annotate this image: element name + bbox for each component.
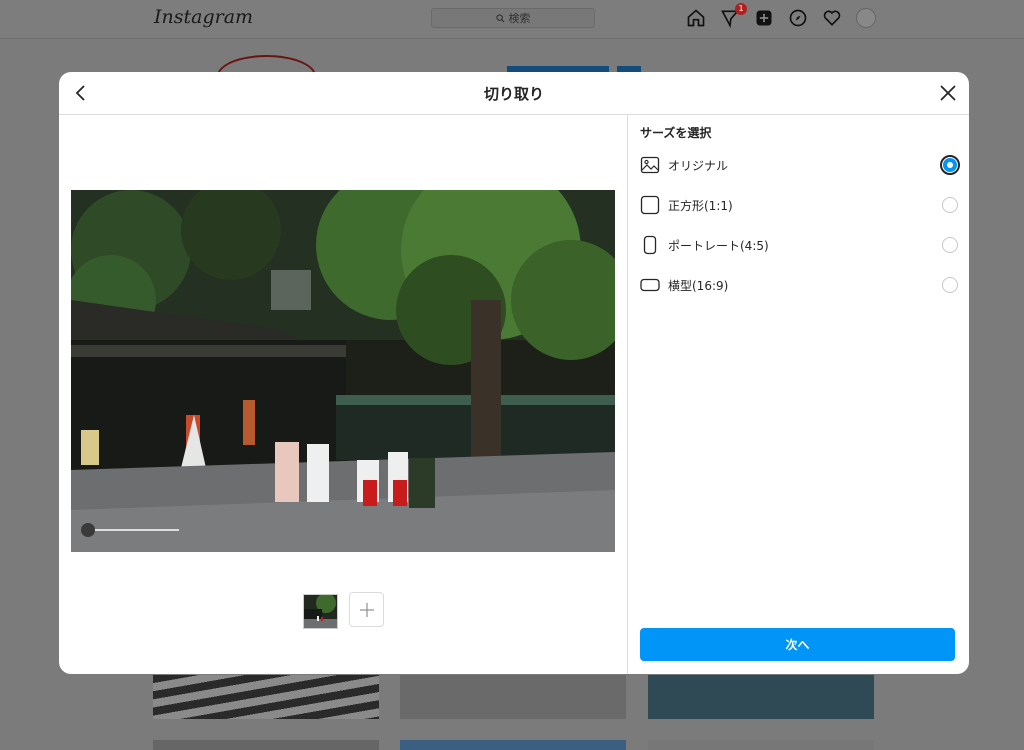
grid-post-thumbnail[interactable] — [648, 675, 874, 719]
plus-icon — [359, 602, 374, 617]
home-icon[interactable] — [685, 7, 707, 29]
aspect-option-portrait[interactable]: ポートレート(4:5) — [640, 232, 958, 258]
zoom-slider-track[interactable] — [83, 529, 179, 531]
add-media-button[interactable] — [349, 592, 384, 627]
size-heading: サーズを選択 — [640, 126, 712, 140]
next-button[interactable]: 次へ — [640, 628, 955, 661]
heart-icon[interactable] — [821, 7, 843, 29]
modal-header: 切り取り — [59, 72, 969, 115]
radio-selected[interactable] — [940, 155, 960, 175]
search-input[interactable]: 検索 — [431, 8, 595, 28]
grid-post-thumbnail[interactable] — [648, 740, 874, 750]
notification-badge: 1 — [735, 3, 747, 15]
aspect-option-landscape[interactable]: 横型(16:9) — [640, 272, 958, 298]
crop-preview-pane — [59, 115, 628, 674]
crop-preview-image[interactable] — [71, 190, 615, 552]
direct-icon[interactable]: 1 — [719, 3, 747, 29]
search-placeholder: 検索 — [508, 12, 531, 25]
aspect-option-original[interactable]: オリジナル — [640, 152, 960, 178]
aspect-option-label: ポートレート(4:5) — [668, 238, 769, 253]
landscape-icon — [640, 275, 660, 295]
app-header: Instagram 検索 1 — [0, 0, 1024, 39]
aspect-option-square[interactable]: 正方形(1:1) — [640, 192, 958, 218]
square-icon — [640, 195, 660, 215]
portrait-icon — [640, 235, 660, 255]
new-post-icon[interactable] — [753, 7, 775, 29]
explore-icon[interactable] — [787, 7, 809, 29]
grid-post-thumbnail[interactable] — [153, 675, 379, 719]
radio-unselected[interactable] — [942, 197, 958, 213]
aspect-option-label: 正方形(1:1) — [668, 198, 733, 213]
grid-post-thumbnail[interactable] — [153, 740, 379, 750]
search-icon — [495, 13, 504, 22]
crop-modal: 切り取り サーズを選択 オリジナル 正方形(1:1) ポートレート(4:5) 横… — [59, 72, 969, 674]
modal-title: 切り取り — [483, 85, 544, 103]
close-icon[interactable] — [937, 82, 959, 104]
aspect-option-label: オリジナル — [668, 158, 729, 173]
grid-post-thumbnail[interactable] — [400, 740, 626, 750]
zoom-slider-handle[interactable] — [81, 523, 95, 537]
profile-avatar[interactable] — [855, 7, 877, 29]
instagram-logo[interactable]: Instagram — [154, 6, 253, 28]
crop-options-pane: サーズを選択 オリジナル 正方形(1:1) ポートレート(4:5) 横型(16:… — [628, 115, 969, 674]
radio-unselected[interactable] — [942, 237, 958, 253]
aspect-option-label: 横型(16:9) — [668, 278, 729, 293]
media-thumbnail[interactable] — [303, 594, 338, 629]
grid-post-thumbnail[interactable] — [400, 675, 626, 719]
radio-unselected[interactable] — [942, 277, 958, 293]
image-icon — [640, 155, 660, 175]
